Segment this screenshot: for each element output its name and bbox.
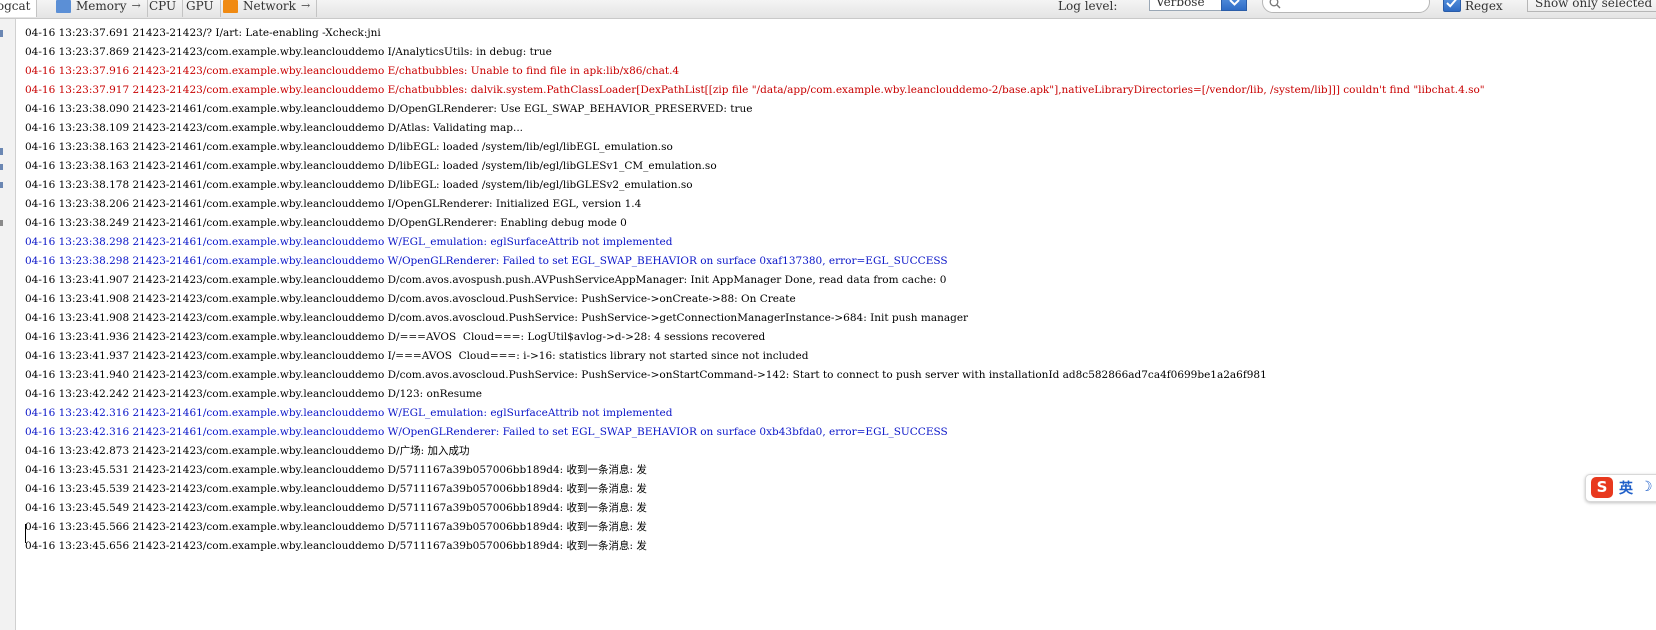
gutter-marker [0, 30, 3, 37]
log-line[interactable]: 04-16 13:23:41.936 21423-21423/com.examp… [25, 328, 1485, 347]
filter-select-value: Show only selected application [1535, 0, 1656, 10]
log-line[interactable]: 04-16 13:23:38.298 21423-21461/com.examp… [25, 252, 1485, 271]
log-line[interactable]: 04-16 13:23:38.163 21423-21461/com.examp… [25, 157, 1485, 176]
log-line[interactable]: 04-16 13:23:41.940 21423-21423/com.examp… [25, 366, 1485, 385]
log-line[interactable]: 04-16 13:23:38.178 21423-21461/com.examp… [25, 176, 1485, 195]
log-line[interactable]: 04-16 13:23:41.907 21423-21423/com.examp… [25, 271, 1485, 290]
log-level-dropdown-button[interactable] [1221, 0, 1247, 11]
tab-network-label: Network [243, 0, 296, 13]
tab-gpu[interactable]: GPU [182, 0, 221, 17]
tab-network-arrow: → [300, 0, 311, 12]
log-line[interactable]: 04-16 13:23:38.163 21423-21461/com.examp… [25, 138, 1485, 157]
log-line[interactable]: 04-16 13:23:42.316 21423-21461/com.examp… [25, 404, 1485, 423]
log-level-label: Log level: [1058, 0, 1118, 13]
log-line[interactable]: 04-16 13:23:45.656 21423-21423/com.examp… [25, 537, 1485, 556]
ime-indicator[interactable]: S 英 ☽ [1585, 474, 1656, 502]
log-line[interactable]: 04-16 13:23:45.549 21423-21423/com.examp… [25, 499, 1485, 518]
log-line[interactable]: 04-16 13:23:38.206 21423-21461/com.examp… [25, 195, 1485, 214]
tab-cpu-label: CPU [149, 0, 177, 13]
log-line[interactable]: 04-16 13:23:38.109 21423-21423/com.examp… [25, 119, 1485, 138]
tab-network[interactable]: Network → [219, 0, 318, 17]
log-level-value: Verbose [1156, 0, 1205, 9]
search-input[interactable] [1262, 0, 1430, 13]
memory-icon [56, 0, 71, 13]
log-line[interactable]: 04-16 13:23:37.917 21423-21423/com.examp… [25, 81, 1485, 100]
ime-logo-icon: S [1591, 477, 1613, 498]
tab-memory[interactable]: Memory → [52, 0, 148, 17]
log-line[interactable]: 04-16 13:23:41.937 21423-21423/com.examp… [25, 347, 1485, 366]
log-line[interactable]: 04-16 13:23:42.242 21423-21423/com.examp… [25, 385, 1485, 404]
tab-gpu-label: GPU [186, 0, 214, 13]
log-line[interactable]: 04-16 13:23:41.908 21423-21423/com.examp… [25, 290, 1485, 309]
gutter-marker [0, 148, 3, 155]
filter-select[interactable]: Show only selected application [1527, 0, 1656, 12]
log-line[interactable]: 04-16 13:23:38.298 21423-21461/com.examp… [25, 233, 1485, 252]
network-icon [223, 0, 238, 13]
regex-checkbox[interactable] [1443, 0, 1461, 12]
log-line[interactable]: 04-16 13:23:42.316 21423-21461/com.examp… [25, 423, 1485, 442]
tab-memory-label: Memory [76, 0, 127, 13]
log-gutter [0, 19, 16, 630]
search-icon [1269, 0, 1281, 9]
regex-label: Regex [1465, 0, 1503, 13]
log-line[interactable]: 04-16 13:23:38.090 21423-21461/com.examp… [25, 100, 1485, 119]
tab-logcat-label: logcat [0, 0, 31, 13]
tab-logcat[interactable]: logcat [0, 0, 38, 17]
log-level-select[interactable]: Verbose [1149, 0, 1247, 11]
log-line[interactable]: 04-16 13:23:38.249 21423-21461/com.examp… [25, 214, 1485, 233]
checkmark-icon [1446, 0, 1457, 8]
log-line[interactable]: 04-16 13:23:45.539 21423-21423/com.examp… [25, 480, 1485, 499]
log-line[interactable]: 04-16 13:23:45.531 21423-21423/com.examp… [25, 461, 1485, 480]
log-line[interactable]: 04-16 13:23:37.869 21423-21423/com.examp… [25, 43, 1485, 62]
gutter-marker [0, 164, 3, 170]
logcat-output[interactable]: 04-16 13:23:37.691 21423-21423/? I/art: … [25, 24, 1485, 556]
tab-memory-arrow: → [131, 0, 141, 12]
gutter-marker [0, 182, 3, 188]
chevron-down-icon [1229, 0, 1240, 6]
log-line[interactable]: 04-16 13:23:41.908 21423-21423/com.examp… [25, 309, 1485, 328]
logcat-toolbar: logcat Memory → CPU GPU Network → Log le… [0, 0, 1656, 19]
text-cursor [25, 524, 26, 543]
log-line[interactable]: 04-16 13:23:37.916 21423-21423/com.examp… [25, 62, 1485, 81]
ime-language-toggle[interactable]: 英 [1619, 478, 1633, 498]
gutter-marker [0, 220, 3, 226]
log-line[interactable]: 04-16 13:23:45.566 21423-21423/com.examp… [25, 518, 1485, 537]
tab-cpu[interactable]: CPU [145, 0, 184, 17]
log-line[interactable]: 04-16 13:23:37.691 21423-21423/? I/art: … [25, 24, 1485, 43]
log-line[interactable]: 04-16 13:23:42.873 21423-21423/com.examp… [25, 442, 1485, 461]
moon-icon[interactable]: ☽ [1640, 478, 1653, 495]
